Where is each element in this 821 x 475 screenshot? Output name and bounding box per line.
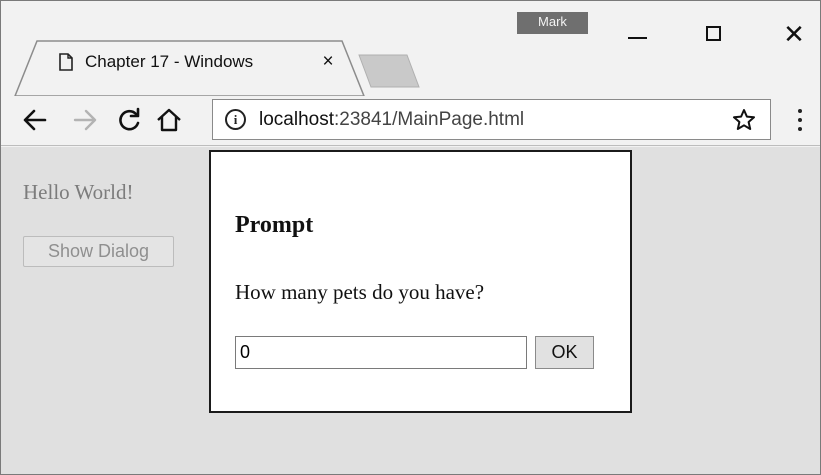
new-tab-button[interactable]	[358, 54, 420, 88]
page-heading: Hello World!	[23, 180, 134, 204]
title-bar: Chapter 17 - Windows × Mark ✕	[1, 1, 820, 96]
back-arrow-icon[interactable]	[21, 106, 49, 134]
address-bar[interactable]: i localhost:23841/MainPage.html	[212, 99, 771, 140]
maximize-icon[interactable]	[694, 19, 734, 49]
more-vertical-icon[interactable]	[794, 107, 806, 133]
tab-title[interactable]: Chapter 17 - Windows	[85, 52, 253, 72]
dialog-title: Prompt	[235, 212, 314, 238]
page-icon	[59, 53, 73, 71]
browser-window: Chapter 17 - Windows × Mark ✕ i localhos…	[0, 0, 821, 475]
forward-arrow-icon[interactable]	[71, 106, 99, 134]
window-close-icon[interactable]: ✕	[774, 19, 814, 49]
show-dialog-button[interactable]: Show Dialog	[23, 236, 174, 267]
tab-strip	[14, 40, 420, 96]
tab-close-icon[interactable]: ×	[318, 51, 338, 73]
dialog-message: How many pets do you have?	[235, 280, 485, 304]
url-text[interactable]: localhost:23841/MainPage.html	[259, 109, 524, 131]
page-content: Hello World! Show Dialog Prompt How many…	[1, 147, 820, 474]
info-icon[interactable]: i	[225, 109, 246, 130]
profile-badge[interactable]: Mark	[517, 12, 588, 34]
prompt-dialog: Prompt How many pets do you have? OK	[209, 150, 632, 413]
ok-button[interactable]: OK	[535, 336, 594, 369]
star-icon[interactable]	[732, 108, 756, 132]
url-path: :23841/MainPage.html	[334, 109, 525, 130]
reload-icon[interactable]	[115, 106, 143, 134]
minimize-icon[interactable]	[618, 19, 658, 49]
url-host: localhost	[259, 109, 334, 130]
pets-count-input[interactable]	[235, 336, 527, 369]
toolbar: i localhost:23841/MainPage.html	[1, 96, 820, 146]
home-icon[interactable]	[155, 106, 183, 134]
